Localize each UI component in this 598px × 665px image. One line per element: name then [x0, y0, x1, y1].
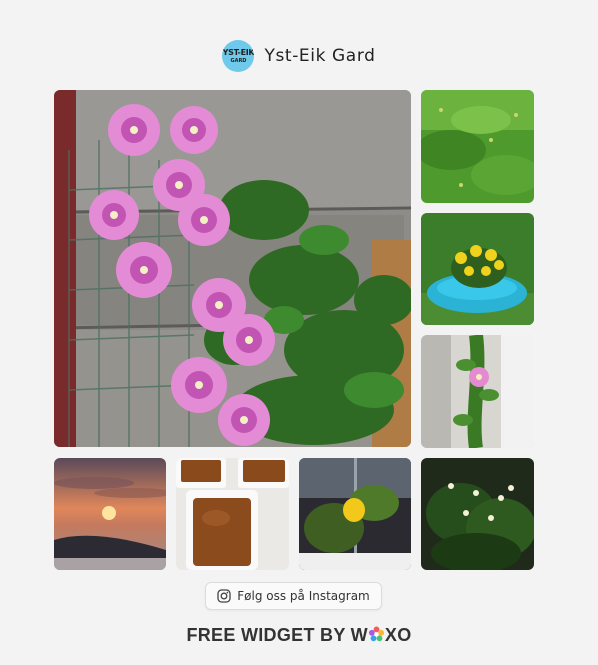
profile-name[interactable]: Yst-Eik Gard	[264, 46, 375, 66]
gallery-item-dessert[interactable]	[176, 458, 289, 570]
gallery-item-clematis[interactable]	[54, 90, 411, 447]
instagram-icon	[217, 589, 231, 603]
follow-instagram-label: Følg oss på Instagram	[237, 589, 370, 603]
yellow-pepper-plant-photo	[299, 458, 411, 570]
footer-text-suffix: XO	[384, 625, 412, 645]
footer-text-prefix: FREE WIDGET BY W	[186, 625, 368, 645]
caramel-dessert-trays-photo	[176, 458, 289, 570]
yellow-flowers-blue-tyre-planter-photo	[421, 213, 534, 325]
gallery-item-pepper[interactable]	[299, 458, 411, 570]
clematis-pink-flowers-photo	[54, 90, 411, 447]
avatar-text-line1: YST-EIK	[222, 47, 255, 57]
green-grass-field-photo	[421, 90, 534, 203]
gallery-item-clematis-wall[interactable]	[421, 335, 534, 448]
profile-header[interactable]: YST-EIK GARD Yst-Eik Gard	[0, 40, 598, 72]
gallery-item-white-flowers[interactable]	[421, 458, 534, 570]
sunset-over-lake-photo	[54, 458, 166, 570]
gallery-item-sunset[interactable]	[54, 458, 166, 570]
white-flowering-plant-photo	[421, 458, 534, 570]
woxo-footer-link[interactable]: FREE WIDGET BY W XO	[0, 625, 598, 646]
avatar-text-line2: GARD	[230, 57, 247, 64]
gallery-item-tyre-planter[interactable]	[421, 213, 534, 325]
clematis-vine-on-wall-photo	[421, 335, 534, 448]
woxo-flower-icon	[368, 626, 384, 642]
follow-instagram-button[interactable]: Følg oss på Instagram	[205, 582, 382, 610]
avatar[interactable]: YST-EIK GARD	[222, 40, 255, 72]
gallery-item-grass[interactable]	[421, 90, 534, 203]
